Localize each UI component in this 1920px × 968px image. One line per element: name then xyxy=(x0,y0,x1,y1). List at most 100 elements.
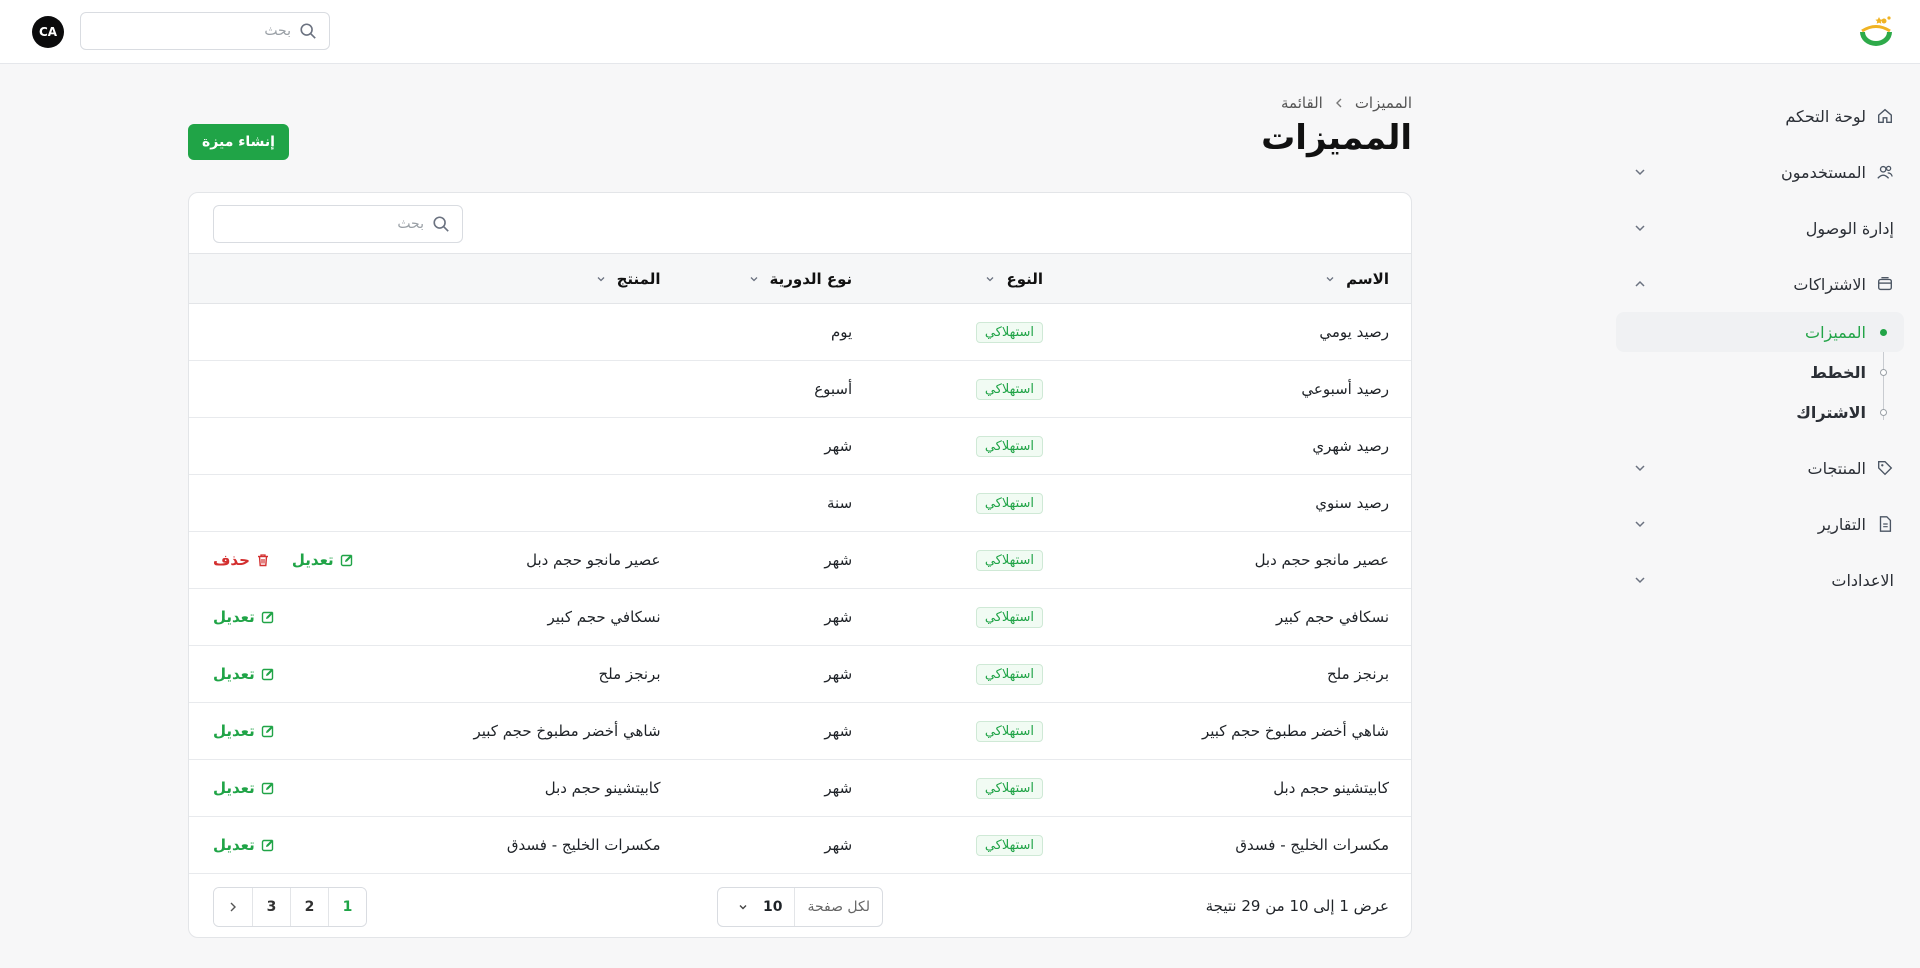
subscriptions-icon xyxy=(1878,277,1892,291)
column-header-product[interactable]: المنتج xyxy=(377,253,685,304)
column-header-type[interactable]: النوع xyxy=(876,253,1068,304)
search-icon xyxy=(433,216,449,232)
per-page-value[interactable]: 10 xyxy=(725,888,794,926)
cell-product xyxy=(377,474,685,532)
chevron-down-icon xyxy=(1635,169,1645,176)
next-page-button[interactable] xyxy=(214,888,252,926)
cell-name: رصيد أسبوعي xyxy=(1067,360,1411,418)
delete-button[interactable]: حذف xyxy=(213,551,270,569)
results-summary: عرض 1 إلى 10 من 29 نتيجة xyxy=(1205,897,1389,915)
sidebar-item-label: التقارير xyxy=(1817,514,1866,534)
edit-button[interactable]: تعديل xyxy=(213,722,275,740)
breadcrumb: المميزات القائمة xyxy=(1281,94,1412,112)
table-row: رصيد يومي استهلاكي يوم xyxy=(189,303,1411,361)
column-header-period[interactable]: نوع الدورية xyxy=(684,253,877,304)
sidebar-item-products[interactable]: المنتجات xyxy=(1616,440,1904,496)
sidebar-item-subscriptions[interactable]: الاشتراكات xyxy=(1616,256,1904,312)
cell-period: شهر xyxy=(684,759,877,817)
cell-product: مكسرات الخليج - فسدق xyxy=(377,816,685,874)
cell-product: شاهي أخضر مطبوخ حجم كبير xyxy=(377,702,685,760)
sidebar-item-dashboard[interactable]: لوحة التحكم xyxy=(1616,88,1904,144)
table-row: برنجز ملح استهلاكي شهر برنجز ملح تعديل xyxy=(189,645,1411,703)
edit-button[interactable]: تعديل xyxy=(213,779,275,797)
sidebar-subitem-plans[interactable]: الخطط xyxy=(1616,352,1904,392)
column-header-label: نوع الدورية xyxy=(769,269,853,288)
type-badge: استهلاكي xyxy=(975,606,1044,628)
logo-icon[interactable] xyxy=(1856,14,1896,52)
table-row: رصيد سنوي استهلاكي سنة xyxy=(189,474,1411,532)
cell-type: استهلاكي xyxy=(876,360,1068,418)
table-row: نسكافي حجم كبير استهلاكي شهر نسكافي حجم كبي… xyxy=(189,588,1411,646)
sidebar-item-label: الاعدادات xyxy=(1831,570,1894,590)
chevron-down-icon xyxy=(1635,521,1645,528)
type-badge: استهلاكي xyxy=(975,720,1044,742)
cell-name: رصيد شهري xyxy=(1067,417,1411,475)
chevron-right-icon xyxy=(230,902,236,912)
sidebar-item-reports[interactable]: التقارير xyxy=(1616,496,1904,552)
type-badge: استهلاكي xyxy=(975,777,1044,799)
sidebar-item-access-management[interactable]: إدارة الوصول xyxy=(1616,200,1904,256)
sidebar-subitem-label: المميزات xyxy=(1805,322,1866,342)
edit-label: تعديل xyxy=(213,608,255,626)
home-icon xyxy=(1878,108,1892,123)
cell-actions: تعديل xyxy=(189,645,378,703)
edit-icon xyxy=(261,782,274,795)
table-search[interactable] xyxy=(213,205,463,243)
chevron-down-icon xyxy=(750,276,757,281)
table-search-input[interactable] xyxy=(226,216,424,232)
users-icon xyxy=(1877,165,1893,179)
cell-type: استهلاكي xyxy=(876,588,1068,646)
sidebar-item-users[interactable]: المستخدمون xyxy=(1616,144,1904,200)
dot-icon xyxy=(1880,409,1887,416)
page-button-2[interactable]: 2 xyxy=(290,888,328,926)
create-feature-button[interactable]: إنشاء ميزة xyxy=(188,124,289,160)
cell-actions xyxy=(189,474,378,532)
global-search-input[interactable] xyxy=(93,23,291,39)
page-button-3[interactable]: 3 xyxy=(252,888,290,926)
edit-button[interactable]: تعديل xyxy=(213,608,275,626)
sidebar-subitem-subscription[interactable]: الاشتراك xyxy=(1616,392,1904,432)
edit-button[interactable]: تعديل xyxy=(213,836,275,854)
column-header-name[interactable]: الاسم xyxy=(1067,253,1411,304)
per-page-label: لكل صفحة xyxy=(794,888,882,926)
breadcrumb-item-list: القائمة xyxy=(1281,94,1323,112)
document-icon xyxy=(1879,516,1892,532)
chevron-down-icon xyxy=(739,905,747,910)
global-search[interactable] xyxy=(80,12,330,50)
chevron-down-icon xyxy=(1635,465,1645,472)
per-page-select[interactable]: لكل صفحة 10 xyxy=(717,887,883,927)
edit-button[interactable]: تعديل xyxy=(292,551,354,569)
table-row: عصير مانجو حجم دبل استهلاكي شهر عصير مانجو … xyxy=(189,531,1411,589)
row-actions: تعديل xyxy=(213,722,354,740)
cell-type: استهلاكي xyxy=(876,759,1068,817)
table-row: مكسرات الخليج - فسدق استهلاكي شهر مكسرات ال… xyxy=(189,816,1411,874)
cell-type: استهلاكي xyxy=(876,303,1068,361)
sidebar: لوحة التحكم المستخدمون إدارة الوصول الاش… xyxy=(1616,88,1904,608)
cell-period: شهر xyxy=(684,588,877,646)
type-badge: استهلاكي xyxy=(975,492,1044,514)
breadcrumb-item-features[interactable]: المميزات xyxy=(1355,94,1412,112)
per-page-value-text: 10 xyxy=(762,899,783,915)
cell-actions xyxy=(189,303,378,361)
cell-type: استهلاكي xyxy=(876,816,1068,874)
type-badge: استهلاكي xyxy=(975,549,1044,571)
avatar[interactable]: CA xyxy=(32,16,64,48)
sidebar-subitem-features[interactable]: المميزات xyxy=(1616,312,1904,352)
table-header-row: الاسم النوع نوع الدورية المنتج xyxy=(189,253,1411,304)
cell-name: شاهي أخضر مطبوخ حجم كبير xyxy=(1067,702,1411,760)
chevron-down-icon xyxy=(987,276,994,281)
cell-name: برنجز ملح xyxy=(1067,645,1411,703)
type-badge: استهلاكي xyxy=(975,321,1044,343)
edit-icon xyxy=(261,839,274,852)
edit-icon xyxy=(261,611,274,624)
edit-label: تعديل xyxy=(213,836,255,854)
cell-type: استهلاكي xyxy=(876,645,1068,703)
chevron-left-icon xyxy=(1335,98,1342,108)
table-row: رصيد شهري استهلاكي شهر xyxy=(189,417,1411,475)
cell-period: شهر xyxy=(684,702,877,760)
sidebar-item-settings[interactable]: الاعدادات xyxy=(1616,552,1904,608)
trash-icon xyxy=(257,554,268,567)
cell-product: برنجز ملح xyxy=(377,645,685,703)
edit-button[interactable]: تعديل xyxy=(213,665,275,683)
page-button-1[interactable]: 1 xyxy=(328,888,366,926)
